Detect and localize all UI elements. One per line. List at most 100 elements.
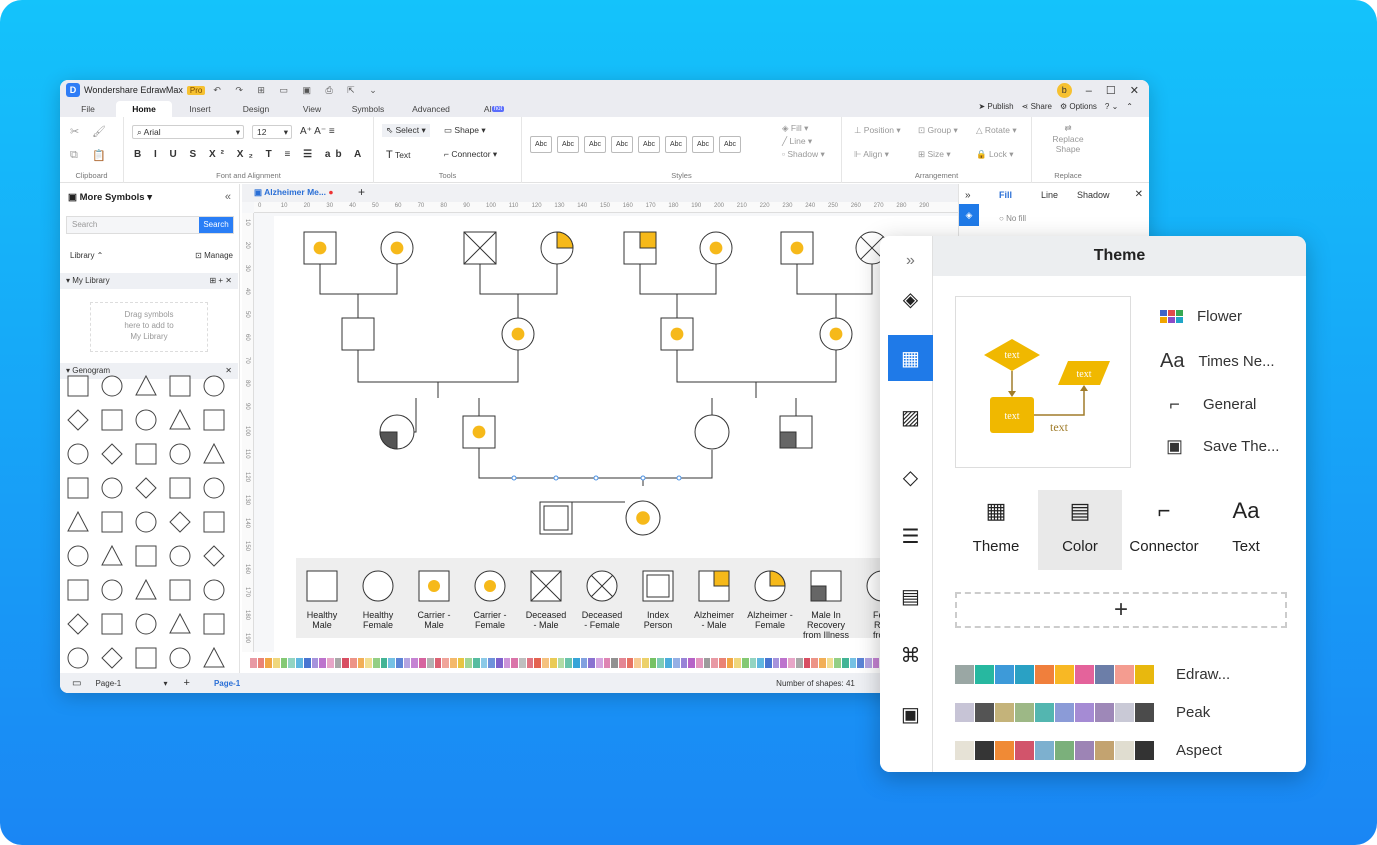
connector-tool[interactable]: ⌐ Connector ▾ (444, 149, 497, 160)
palette-swatch[interactable] (265, 658, 273, 668)
page-layout-icon[interactable]: ▭ (72, 678, 81, 689)
genogram-symbol[interactable] (169, 375, 191, 397)
style-preset[interactable]: Abc (584, 136, 606, 153)
palette-swatch[interactable] (672, 658, 680, 668)
genogram-symbol[interactable] (203, 579, 225, 601)
genogram-symbol[interactable] (169, 443, 191, 465)
page-select[interactable]: Page-1 ▾ (95, 679, 167, 688)
no-fill-option[interactable]: ○ No fill (999, 214, 1026, 223)
genogram-symbol[interactable] (67, 477, 89, 499)
genogram-symbol[interactable] (169, 612, 191, 634)
palette-swatch[interactable] (872, 658, 880, 668)
document-tab[interactable]: ▣ Alzheimer Me... ● (254, 187, 333, 198)
fill-bucket-icon[interactable]: ◈ (959, 204, 979, 226)
palette-swatch[interactable] (388, 658, 396, 668)
page-list-icon[interactable]: ☰ (888, 513, 933, 559)
collapse-panel-icon[interactable]: « (225, 191, 231, 203)
rotate-button[interactable]: △ Rotate ▾ (976, 125, 1017, 136)
palette-swatch[interactable] (303, 658, 311, 668)
palette-swatch[interactable] (526, 658, 534, 668)
presentation-icon[interactable]: ▣ (888, 691, 933, 737)
quick-access-toolbar[interactable]: ↶ ↷ ⊞ ▭ ▣ ⎙ ⇱ ⌄ (213, 85, 382, 96)
font-family-select[interactable]: ⌕ Arial ▾ (132, 125, 244, 139)
color-palette-bar[interactable] (250, 658, 950, 670)
genogram-symbol[interactable] (101, 511, 123, 533)
palette-swatch[interactable] (542, 658, 549, 668)
palette-swatch[interactable] (595, 658, 603, 668)
maximize-icon[interactable]: ☐ (1106, 84, 1116, 97)
add-color-scheme-button[interactable]: + (955, 592, 1287, 628)
tab-connector[interactable]: ⌐ Connector (1122, 490, 1206, 570)
style-preset[interactable]: Abc (611, 136, 633, 153)
genogram-symbol[interactable] (203, 375, 225, 397)
palette-swatch[interactable] (449, 658, 457, 668)
avatar[interactable]: b (1056, 83, 1072, 98)
tab-view[interactable]: View (284, 101, 340, 117)
font-size-controls[interactable]: A⁺ A⁻ ≡ (300, 126, 335, 137)
palette-swatch[interactable] (519, 658, 526, 668)
tab-text[interactable]: Aa Text (1204, 490, 1288, 570)
palette-swatch[interactable] (373, 658, 380, 668)
genogram-symbol[interactable] (101, 647, 123, 669)
genogram-symbol[interactable] (101, 613, 123, 635)
layers-icon[interactable]: ◇ (888, 454, 933, 500)
genogram-symbol[interactable] (135, 443, 157, 465)
theme-icon[interactable]: ▦ (888, 335, 933, 381)
page-tab[interactable]: Page-1 (214, 679, 240, 688)
collapse-ribbon-icon[interactable]: ⌃ (1126, 102, 1133, 111)
palette-swatch[interactable] (380, 658, 388, 668)
palette-swatch[interactable] (426, 658, 434, 668)
genogram-symbol[interactable] (101, 579, 123, 601)
palette-swatch[interactable] (849, 658, 857, 668)
genogram-symbol[interactable] (67, 409, 89, 431)
palette-swatch[interactable] (442, 658, 449, 668)
palette-swatch[interactable] (288, 658, 296, 668)
palette-swatch[interactable] (734, 658, 741, 668)
palette-swatch[interactable] (365, 658, 372, 668)
line-button[interactable]: ╱ Line ▾ (782, 136, 812, 147)
tab-advanced[interactable]: Advanced (396, 101, 466, 117)
tab-shadow[interactable]: Shadow (1077, 190, 1110, 200)
palette-swatch[interactable] (588, 658, 595, 668)
palette-swatch[interactable] (549, 658, 557, 668)
palette-swatch[interactable] (472, 658, 480, 668)
genogram-symbol[interactable] (67, 579, 89, 601)
tab-color[interactable]: ▤ Color (1038, 490, 1122, 570)
expand-panel-icon[interactable]: » (965, 190, 971, 201)
tab-home[interactable]: Home (116, 101, 172, 117)
theme-option-connector[interactable]: ⌐ General (1160, 394, 1256, 415)
genogram-symbol[interactable] (135, 647, 157, 669)
fill-bucket-icon[interactable]: ◈ (888, 276, 933, 322)
drawing-page[interactable]: Healthy Male Healthy Female Carrier - Male Car… (274, 216, 958, 652)
tab-theme[interactable]: ▦ Theme (954, 490, 1038, 570)
tab-symbols[interactable]: Symbols (340, 101, 396, 117)
genogram-symbol[interactable] (169, 477, 191, 499)
palette-swatch[interactable] (411, 658, 419, 668)
palette-swatch[interactable] (311, 658, 319, 668)
palette-swatch[interactable] (780, 658, 788, 668)
palette-swatch[interactable] (357, 658, 365, 668)
palette-swatch[interactable] (503, 658, 511, 668)
help-icon[interactable]: ? ⌄ (1105, 102, 1118, 111)
palette-swatch[interactable] (688, 658, 695, 668)
tab-fill[interactable]: Fill (999, 190, 1012, 200)
palette-swatch[interactable] (342, 658, 349, 668)
palette-swatch[interactable] (319, 658, 326, 668)
theme-option-font[interactable]: Aa Times Ne... (1160, 350, 1275, 373)
palette-swatch[interactable] (611, 658, 618, 668)
palette-swatch[interactable] (718, 658, 726, 668)
image-icon[interactable]: ▨ (888, 394, 933, 440)
shadow-button[interactable]: ▫ Shadow ▾ (782, 149, 825, 160)
library-toggle[interactable]: Library ⌃ (70, 251, 103, 260)
palette-swatch[interactable] (488, 658, 495, 668)
palette-swatch[interactable] (603, 658, 611, 668)
new-tab-icon[interactable]: + (358, 185, 365, 199)
palette-row-2[interactable] (955, 741, 1154, 760)
palette-row-0[interactable] (955, 665, 1154, 684)
palette-swatch[interactable] (626, 658, 634, 668)
palette-swatch[interactable] (665, 658, 672, 668)
my-library-actions-icon[interactable]: ⊞ + ✕ (209, 273, 232, 289)
genogram-symbol[interactable] (203, 477, 225, 499)
genogram-symbol[interactable] (203, 442, 225, 464)
genogram-symbol[interactable] (135, 578, 157, 600)
